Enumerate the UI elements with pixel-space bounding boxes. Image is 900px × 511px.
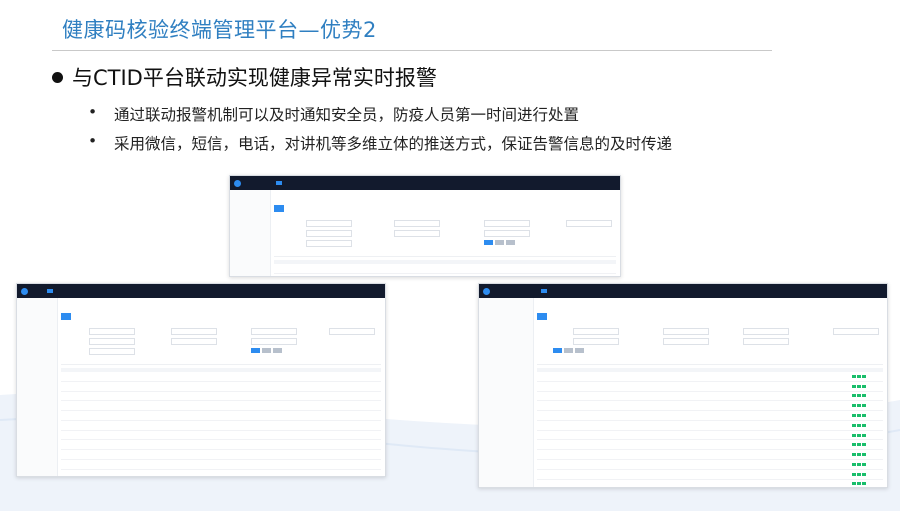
- logo-icon: [21, 287, 28, 295]
- bullet-text: 采用微信，短信，电话，对讲机等多维立体的推送方式，保证告警信息的及时传递: [114, 135, 673, 153]
- screenshot-table-row: [61, 392, 381, 402]
- screenshot-tab: [274, 204, 285, 212]
- bullet-dot-icon: [52, 71, 63, 83]
- title-divider: [52, 50, 772, 51]
- screenshot-topbar: [479, 284, 887, 298]
- screenshot-table-row: [537, 431, 883, 441]
- screenshot-table-row: [61, 372, 381, 382]
- screenshot-table-row: [61, 431, 381, 441]
- screenshot-main: [537, 302, 883, 487]
- screenshot-table-row: [61, 421, 381, 431]
- screenshot-table-row: [537, 392, 883, 402]
- screenshot-table-row: [61, 460, 381, 470]
- screenshot-nav: [501, 289, 547, 293]
- screenshot-table-row: [537, 382, 883, 392]
- screenshot-nav: [252, 181, 282, 185]
- screenshot-table-row: [537, 421, 883, 431]
- screenshot-table-row: [274, 274, 616, 276]
- screenshot-filter-form: [537, 324, 883, 365]
- logo-icon: [483, 287, 490, 295]
- screenshot-main: [61, 302, 381, 476]
- screenshot-filter-form: [274, 216, 616, 257]
- bullet-item: • 通过联动报警机制可以及时通知安全员，防疫人员第一时间进行处置: [88, 103, 579, 125]
- screenshot-tab: [537, 312, 548, 320]
- screenshot-filter-form: [61, 324, 381, 365]
- section-heading-row: 与CTID平台联动实现健康异常实时报警: [52, 62, 437, 92]
- bullet-marker: •: [88, 103, 98, 121]
- bullet-marker: •: [88, 132, 98, 150]
- screenshot-table-row: [61, 411, 381, 421]
- bullet-item: • 采用微信，短信，电话，对讲机等多维立体的推送方式，保证告警信息的及时传递: [88, 132, 672, 154]
- screenshot-table-row: [537, 450, 883, 461]
- screenshot-topbar: [17, 284, 385, 298]
- screenshot-table-row: [537, 440, 883, 451]
- screenshot-back: [229, 175, 621, 277]
- bullet-text: 通过联动报警机制可以及时通知安全员，防疫人员第一时间进行处置: [114, 106, 580, 124]
- screenshot-topbar: [230, 176, 620, 190]
- screenshot-nav: [39, 289, 69, 293]
- screenshot-main: [274, 194, 616, 276]
- screenshot-right: [478, 283, 888, 488]
- screenshot-table-row: [537, 411, 883, 421]
- screenshot-table-row: [537, 460, 883, 470]
- screenshot-table-row: [537, 480, 883, 487]
- section-heading: 与CTID平台联动实现健康异常实时报警: [72, 66, 437, 90]
- screenshot-table-row: [61, 440, 381, 451]
- screenshot-table-row: [61, 382, 381, 392]
- screenshot-table-row: [537, 401, 883, 412]
- screenshot-table-row: [274, 264, 616, 274]
- screenshot-tab: [61, 312, 72, 320]
- screenshot-sidebar: [17, 298, 58, 476]
- screenshot-table-row: [61, 450, 381, 461]
- screenshot-left: [16, 283, 386, 477]
- logo-icon: [234, 179, 241, 187]
- screenshot-table-row: [537, 470, 883, 480]
- screenshot-sidebar: [230, 190, 271, 276]
- screenshot-sidebar: [479, 298, 534, 487]
- screenshot-table-row: [61, 401, 381, 412]
- slide-title: 健康码核验终端管理平台—优势2: [62, 18, 377, 42]
- screenshot-table-row: [537, 372, 883, 382]
